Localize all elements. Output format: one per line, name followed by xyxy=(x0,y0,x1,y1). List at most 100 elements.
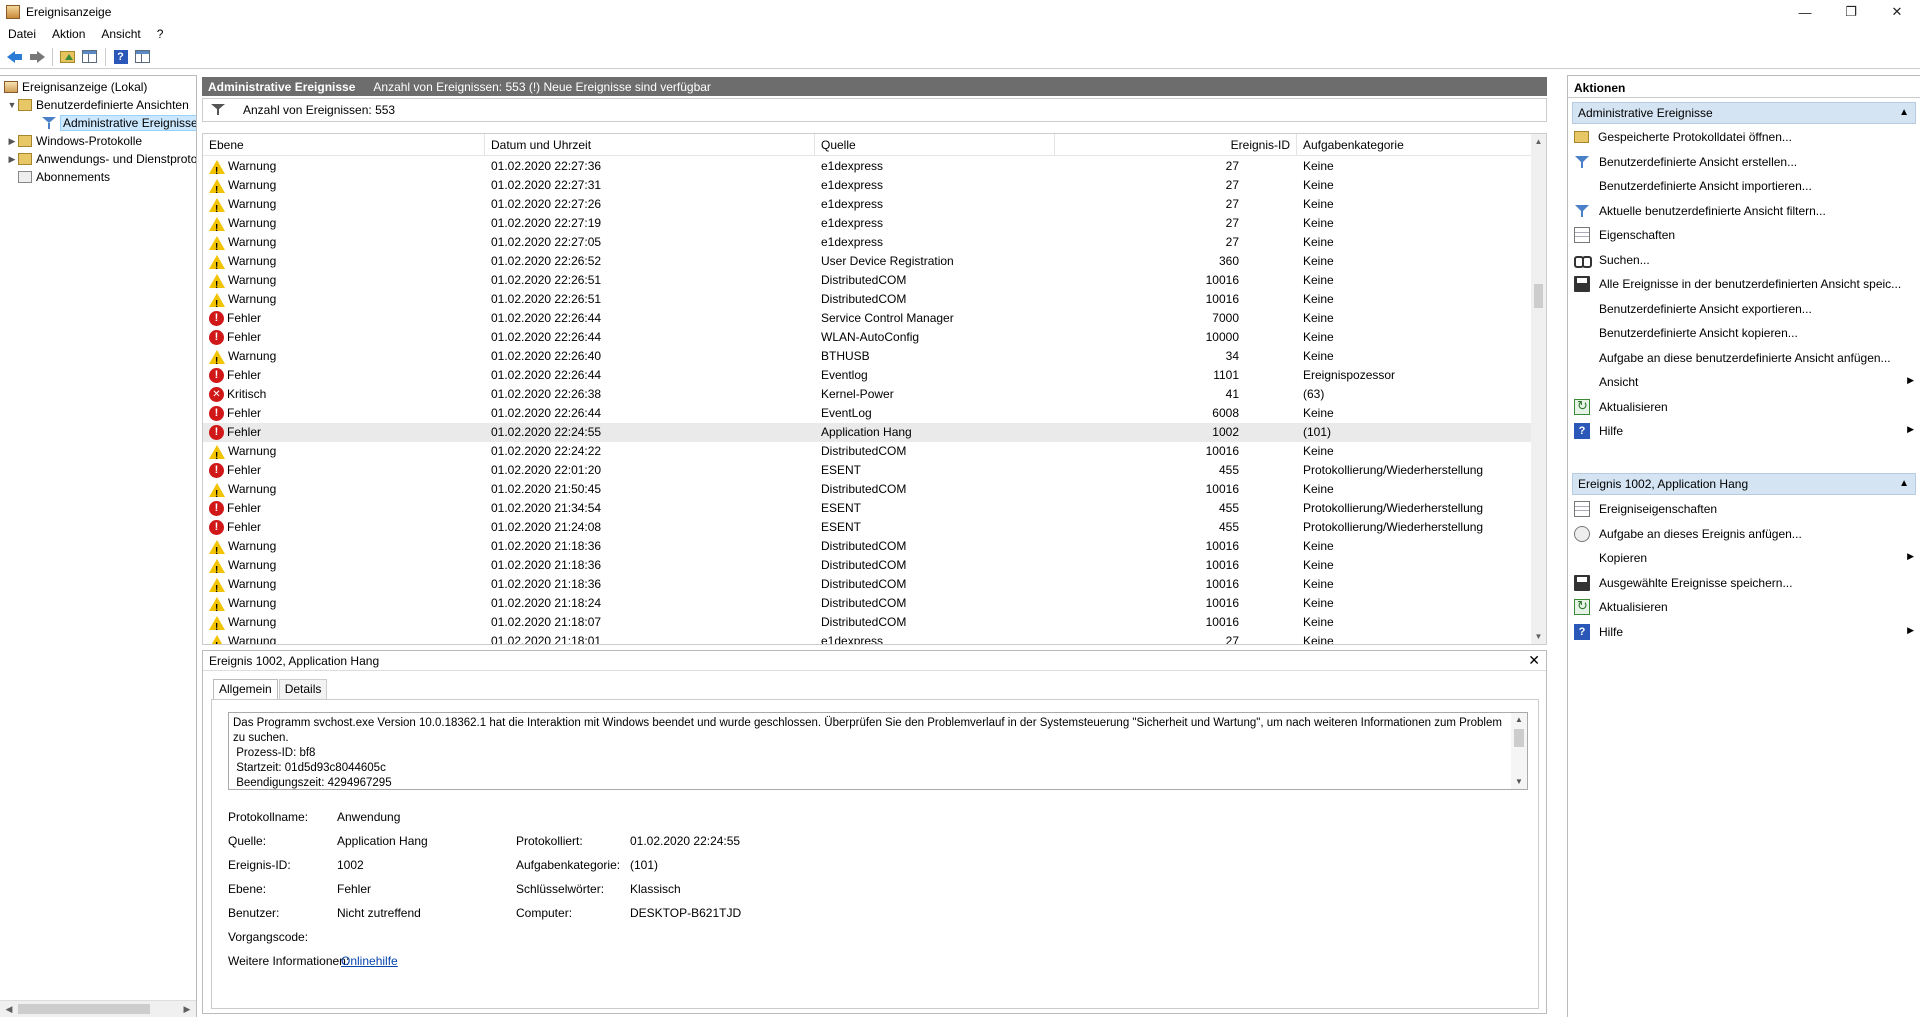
scroll-up-icon[interactable]: ▲ xyxy=(1511,713,1527,727)
restore-button[interactable]: ❐ xyxy=(1828,0,1874,24)
tree-item-windows-logs[interactable]: ▶ Windows-Protokolle xyxy=(6,132,143,150)
table-row[interactable]: ! Fehler 01.02.2020 22:26:44 EventLog 6008 Ke… xyxy=(203,404,1533,423)
column-header-level[interactable]: Ebene xyxy=(203,134,485,156)
scroll-right-icon[interactable]: ▶ xyxy=(180,1002,194,1016)
action-item[interactable]: Kopieren ▶ xyxy=(1574,547,1916,569)
tree-horizontal-scrollbar[interactable]: ◀ ▶ xyxy=(0,1000,196,1017)
events-vertical-scrollbar[interactable]: ▲ ▼ xyxy=(1531,134,1546,644)
up-folder-button[interactable] xyxy=(57,47,78,67)
close-detail-icon[interactable]: ✕ xyxy=(1528,652,1540,669)
table-row[interactable]: Warnung 01.02.2020 21:18:01 e1dexpress 27 Ke… xyxy=(203,632,1533,644)
tree-item-admin-events[interactable]: Administrative Ereignisse xyxy=(42,114,196,132)
table-row[interactable]: ! Fehler 01.02.2020 22:01:20 ESENT 455 Protok… xyxy=(203,461,1533,480)
menu-datei[interactable]: Datei xyxy=(0,27,44,41)
section-selected-event[interactable]: Ereignis 1002, Application Hang ▲ xyxy=(1572,473,1916,495)
level-text: Fehler xyxy=(227,368,262,382)
table-row[interactable]: Warnung 01.02.2020 21:18:36 DistributedCOM… xyxy=(203,556,1533,580)
cell-date: 01.02.2020 22:26:51 xyxy=(491,292,602,306)
menu-ansicht[interactable]: Ansicht xyxy=(93,27,148,41)
scroll-left-icon[interactable]: ◀ xyxy=(2,1002,16,1016)
expand-down-icon[interactable]: ▼ xyxy=(6,100,18,110)
collapse-up-icon[interactable]: ▲ xyxy=(1899,474,1909,494)
level-text: Warnung xyxy=(228,159,277,173)
back-button[interactable] xyxy=(4,47,25,67)
column-header-task-category[interactable]: Aufgabenkategorie xyxy=(1297,134,1533,156)
scrollbar-thumb[interactable] xyxy=(1514,729,1524,747)
menu-help[interactable]: ? xyxy=(149,27,172,41)
scrollbar-thumb[interactable] xyxy=(18,1004,150,1014)
action-item[interactable]: Gespeicherte Protokolldatei öffnen... xyxy=(1574,126,1916,148)
column-header-event-id[interactable]: Ereignis-ID xyxy=(1055,134,1297,156)
action-item[interactable]: ? Hilfe ▶ xyxy=(1574,621,1916,643)
table-row[interactable]: Warnung 01.02.2020 22:27:05 e1dexpress 27 Ke… xyxy=(203,233,1533,257)
scroll-up-icon[interactable]: ▲ xyxy=(1531,134,1546,149)
column-header-date[interactable]: Datum und Uhrzeit xyxy=(485,134,815,156)
event-message-box[interactable]: Das Programm svchost.exe Version 10.0.18… xyxy=(228,712,1528,790)
action-item[interactable]: Ausgewählte Ereignisse speichern... xyxy=(1574,572,1916,594)
table-row[interactable]: ! Fehler 01.02.2020 22:26:44 Eventlog 1101 Er… xyxy=(203,366,1533,385)
table-row[interactable]: ! Fehler 01.02.2020 21:34:54 ESENT 455 Protok… xyxy=(203,499,1533,518)
expand-right-icon[interactable]: ▶ xyxy=(6,154,18,165)
action-item[interactable]: Aktualisieren xyxy=(1574,396,1916,418)
table-row[interactable]: Warnung 01.02.2020 22:27:26 e1dexpress 27 Ke… xyxy=(203,195,1533,219)
table-row[interactable]: Warnung 01.02.2020 22:26:52 User Device Re… xyxy=(203,252,1533,276)
online-help-link[interactable]: Onlinehilfe xyxy=(341,954,398,968)
action-item[interactable]: Benutzerdefinierte Ansicht importieren..… xyxy=(1574,175,1916,197)
tree-item-root[interactable]: Ereignisanzeige (Lokal) xyxy=(4,78,147,96)
action-pane-button[interactable] xyxy=(132,47,153,67)
section-admin-events[interactable]: Administrative Ereignisse ▲ xyxy=(1572,102,1916,124)
minimize-button[interactable]: — xyxy=(1782,0,1828,24)
tree-item-subscriptions[interactable]: Abonnements xyxy=(18,168,110,186)
action-item[interactable]: Ansicht ▶ xyxy=(1574,371,1916,393)
table-row[interactable]: ! Fehler 01.02.2020 21:24:08 ESENT 455 Protok… xyxy=(203,518,1533,537)
tree-item-app-service-logs[interactable]: ▶ Anwendungs- und Dienstprotokolle xyxy=(6,150,196,168)
table-row[interactable]: Warnung 01.02.2020 22:26:51 DistributedCOM… xyxy=(203,290,1533,314)
table-row[interactable]: Warnung 01.02.2020 22:27:19 e1dexpress 27 Ke… xyxy=(203,214,1533,238)
action-item[interactable]: Benutzerdefinierte Ansicht erstellen... xyxy=(1574,151,1916,173)
tree-item-label: Ereignisanzeige (Lokal) xyxy=(22,80,148,94)
action-item[interactable]: Benutzerdefinierte Ansicht kopieren... xyxy=(1574,322,1916,344)
scroll-down-icon[interactable]: ▼ xyxy=(1511,775,1527,789)
table-row[interactable]: ! Fehler 01.02.2020 22:26:44 WLAN-AutoConfi… xyxy=(203,328,1533,347)
table-row[interactable]: Warnung 01.02.2020 22:26:51 DistributedCOM… xyxy=(203,271,1533,295)
action-item[interactable]: Eigenschaften xyxy=(1574,224,1916,246)
show-hide-tree-button[interactable] xyxy=(79,47,100,67)
table-row[interactable]: ! Fehler 01.02.2020 22:24:55 Application Ha… xyxy=(203,423,1533,442)
table-row[interactable]: Warnung 01.02.2020 21:18:24 DistributedCOM… xyxy=(203,594,1533,618)
tree-item-custom-views[interactable]: ▼ Benutzerdefinierte Ansichten xyxy=(6,96,189,114)
scrollbar-thumb[interactable] xyxy=(1534,284,1543,308)
table-row[interactable]: ! Fehler 01.02.2020 22:26:44 Service Contro… xyxy=(203,309,1533,328)
tab-details[interactable]: Details xyxy=(278,679,328,699)
table-row[interactable]: Warnung 01.02.2020 22:26:40 BTHUSB 34 Keine xyxy=(203,347,1533,371)
table-row[interactable]: Warnung 01.02.2020 21:18:07 DistributedCOM… xyxy=(203,613,1533,637)
tab-allgemein[interactable]: Allgemein xyxy=(213,679,278,700)
message-scrollbar[interactable]: ▲ ▼ xyxy=(1511,713,1527,789)
action-item[interactable]: Benutzerdefinierte Ansicht exportieren..… xyxy=(1574,298,1916,320)
action-item[interactable]: Ereigniseigenschaften xyxy=(1574,498,1916,520)
close-window-button[interactable]: ✕ xyxy=(1874,0,1920,24)
action-item[interactable]: Aktualisieren xyxy=(1574,596,1916,618)
table-row[interactable]: Warnung 01.02.2020 21:18:36 DistributedCOM… xyxy=(203,537,1533,561)
collapse-up-icon[interactable]: ▲ xyxy=(1899,103,1909,123)
action-item[interactable]: Alle Ereignisse in der benutzerdefiniert… xyxy=(1574,273,1916,295)
table-row[interactable]: Warnung 01.02.2020 22:24:22 DistributedCOM… xyxy=(203,442,1533,466)
table-row[interactable]: ✕ Kritisch 01.02.2020 22:26:38 Kernel-Power… xyxy=(203,385,1533,404)
cell-level: ! Fehler xyxy=(209,309,261,328)
action-item[interactable]: ? Hilfe ▶ xyxy=(1574,420,1916,442)
action-item[interactable]: Aufgabe an dieses Ereignis anfügen... xyxy=(1574,523,1916,545)
action-item[interactable]: Aufgabe an diese benutzerdefinierte Ansi… xyxy=(1574,347,1916,369)
action-item[interactable]: Aktuelle benutzerdefinierte Ansicht filt… xyxy=(1574,200,1916,222)
expand-right-icon[interactable]: ▶ xyxy=(6,136,18,147)
action-item[interactable]: Suchen... xyxy=(1574,249,1916,271)
column-header-source[interactable]: Quelle xyxy=(815,134,1055,156)
forward-button[interactable] xyxy=(26,47,47,67)
scroll-down-icon[interactable]: ▼ xyxy=(1531,629,1546,644)
table-row[interactable]: Warnung 01.02.2020 22:27:36 e1dexpress 27 Ke… xyxy=(203,157,1533,181)
help-button[interactable]: ? xyxy=(110,47,131,67)
table-row[interactable]: Warnung 01.02.2020 22:27:31 e1dexpress 27 Ke… xyxy=(203,176,1533,200)
cell-level: ! Fehler xyxy=(209,404,261,423)
cell-task-category: Protokollierung/Wiederherstellung xyxy=(1303,520,1484,534)
table-row[interactable]: Warnung 01.02.2020 21:18:36 DistributedCOM… xyxy=(203,575,1533,599)
table-row[interactable]: Warnung 01.02.2020 21:50:45 DistributedCOM… xyxy=(203,480,1533,504)
menu-aktion[interactable]: Aktion xyxy=(44,27,93,41)
